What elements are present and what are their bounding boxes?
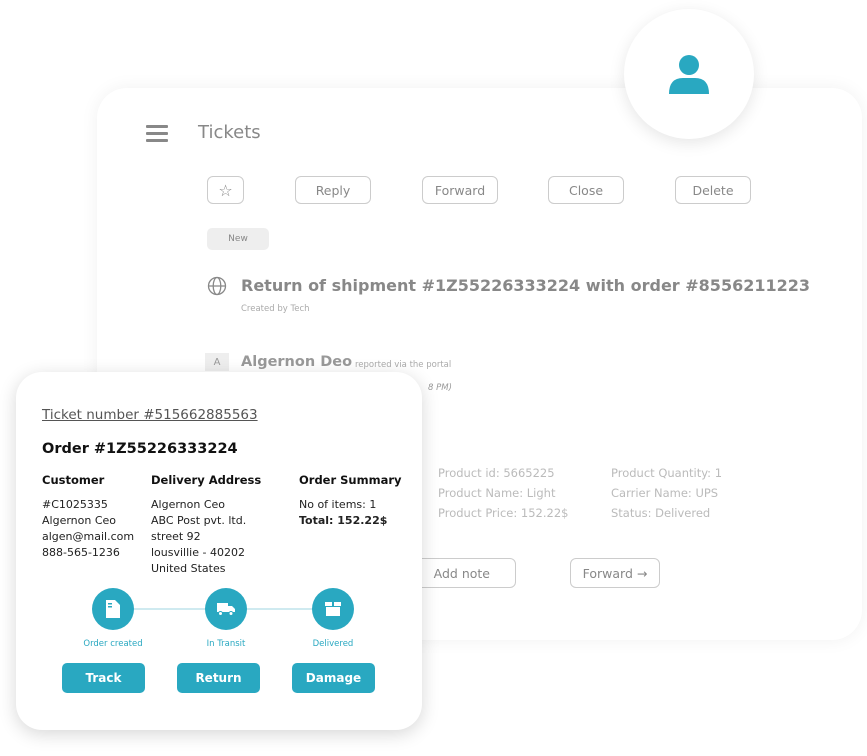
timestamp: 8 PM) <box>428 383 452 393</box>
order-summary: No of items: 1 Total: 152.22$ <box>299 497 387 529</box>
star-button[interactable]: ☆ <box>207 176 244 204</box>
close-button[interactable]: Close <box>548 176 624 204</box>
customer-id: #C1025335 <box>42 498 108 511</box>
globe-icon <box>207 276 227 296</box>
forward-note-button[interactable]: Forward → <box>570 558 660 588</box>
forward-button[interactable]: Forward <box>422 176 498 204</box>
author-avatar: A <box>205 353 229 371</box>
author-name: Algernon Deo <box>241 354 353 370</box>
return-button[interactable]: Return <box>177 663 260 693</box>
address-line: Algernon Ceo <box>151 498 226 511</box>
add-note-button[interactable]: Add note <box>410 558 516 588</box>
ticket-subject: Return of shipment #1Z55226333224 with o… <box>241 276 810 295</box>
product-price: Product Price: 152.22$ <box>438 506 569 520</box>
reported-via: reported via the portal <box>355 360 452 370</box>
step-in-transit <box>205 588 247 630</box>
step-label: Order created <box>83 639 143 649</box>
ticket-number-link[interactable]: Ticket number #515662885563 <box>42 407 258 423</box>
delete-button[interactable]: Delete <box>675 176 751 204</box>
product-name: Product Name: Light <box>438 486 556 500</box>
summary-heading: Order Summary <box>299 473 402 487</box>
product-details-left: Product id: 5665225 Product Name: Light … <box>438 463 568 523</box>
step-order-created <box>92 588 134 630</box>
address-line: ABC Post pvt. ltd. <box>151 514 247 527</box>
customer-email: algen@mail.com <box>42 530 135 543</box>
status-badge: New <box>207 228 269 250</box>
customer-info: #C1025335 Algernon Ceo algen@mail.com 88… <box>42 497 134 561</box>
order-total: Total: 152.22$ <box>299 514 388 527</box>
product-status: Status: Delivered <box>611 506 711 520</box>
menu-icon[interactable] <box>146 125 168 142</box>
page-title: Tickets <box>198 122 261 143</box>
customer-name: Algernon Ceo <box>42 514 117 527</box>
step-label: In Transit <box>206 639 246 649</box>
product-id: Product id: 5665225 <box>438 466 555 480</box>
product-quantity: Product Quantity: 1 <box>611 466 723 480</box>
address-line: street 92 <box>151 530 201 543</box>
step-label: Delivered <box>312 639 354 649</box>
truck-icon <box>217 603 235 616</box>
user-icon <box>669 55 709 94</box>
document-icon <box>106 600 120 618</box>
order-number: Order #1Z55226333224 <box>42 441 238 457</box>
reply-button[interactable]: Reply <box>295 176 371 204</box>
delivery-address: Algernon Ceo ABC Post pvt. ltd. street 9… <box>151 497 246 577</box>
product-details-right: Product Quantity: 1 Carrier Name: UPS St… <box>611 463 722 523</box>
address-line: United States <box>151 562 226 575</box>
customer-phone: 888-565-1236 <box>42 546 120 559</box>
track-button[interactable]: Track <box>62 663 145 693</box>
step-delivered <box>312 588 354 630</box>
created-by: Created by Tech <box>241 304 310 314</box>
customer-heading: Customer <box>42 473 105 487</box>
star-icon: ☆ <box>218 180 233 200</box>
damage-button[interactable]: Damage <box>292 663 375 693</box>
address-heading: Delivery Address <box>151 473 262 487</box>
user-avatar[interactable] <box>624 9 754 139</box>
box-icon <box>325 602 341 616</box>
item-count: No of items: 1 <box>299 498 377 511</box>
address-line: lousvillie - 40202 <box>151 546 245 559</box>
carrier-name: Carrier Name: UPS <box>611 486 719 500</box>
